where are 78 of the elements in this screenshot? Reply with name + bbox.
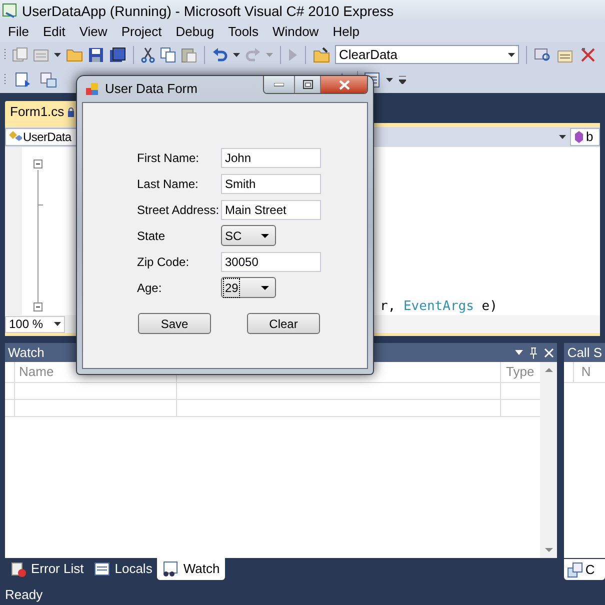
- form-icon: [85, 82, 99, 96]
- form-button[interactable]: Clear: [247, 313, 320, 334]
- focus-outline: SC: [224, 228, 243, 244]
- dialog-title: User Data Form: [105, 80, 198, 98]
- panel-tab[interactable]: C: [564, 559, 605, 580]
- caret-icon: [261, 234, 269, 238]
- maximize-icon: [302, 80, 312, 89]
- panel-title: Call S: [567, 344, 602, 362]
- step-icon[interactable]: [15, 72, 32, 88]
- column-header: Type: [505, 363, 536, 382]
- dropdown[interactable]: SC: [221, 225, 276, 246]
- window-title: UserDataApp (Running) - Microsoft Visual C# 2010 Express: [22, 2, 394, 21]
- caret-icon[interactable]: [233, 52, 240, 56]
- close-icon: [338, 80, 350, 90]
- status-text: Ready: [5, 586, 43, 604]
- close-icon[interactable]: [544, 348, 554, 358]
- find-icon[interactable]: [534, 46, 552, 62]
- field-label: First Name:: [137, 150, 200, 166]
- menu-item[interactable]: Window: [272, 22, 319, 42]
- paste-icon[interactable]: [181, 46, 197, 62]
- cut-icon[interactable]: [141, 46, 155, 62]
- panel-tab[interactable]: Watch: [157, 558, 225, 580]
- text-field[interactable]: 30050: [221, 252, 321, 272]
- close-button[interactable]: [321, 76, 367, 93]
- call-stack-icon: [567, 562, 584, 578]
- caret-icon[interactable]: [54, 52, 61, 56]
- scrollbar[interactable]: [540, 362, 558, 558]
- error-list-icon: [10, 561, 26, 577]
- maximize-button[interactable]: [295, 76, 321, 93]
- caret-icon: [54, 322, 61, 326]
- overflow-icon[interactable]: [399, 76, 406, 84]
- menu-item[interactable]: Tools: [228, 22, 258, 42]
- save-icon[interactable]: [88, 46, 104, 62]
- field-label: Last Name:: [137, 176, 200, 192]
- lock-icon: [67, 107, 76, 117]
- panel-tab[interactable]: Locals: [88, 558, 158, 580]
- method-icon: [573, 130, 585, 144]
- save-all-icon[interactable]: [109, 46, 126, 62]
- caret-icon[interactable]: [515, 350, 524, 355]
- app-icon: [2, 3, 18, 19]
- text-field[interactable]: John: [221, 148, 321, 168]
- grid-icon: [94, 561, 110, 577]
- menu-item[interactable]: Help: [332, 22, 360, 42]
- field-label: Age:: [137, 280, 163, 296]
- text-field[interactable]: Main Street: [221, 200, 321, 220]
- menu-item[interactable]: Edit: [42, 22, 66, 42]
- minimize-button[interactable]: [264, 76, 295, 93]
- caret-icon[interactable]: [386, 78, 393, 82]
- field-label: Zip Code:: [137, 254, 190, 270]
- undo-icon[interactable]: [212, 46, 228, 62]
- folder-icon[interactable]: [313, 46, 330, 62]
- zoom-dropdown[interactable]: 100 %: [5, 316, 65, 332]
- code-line: r, EventArgs e): [380, 299, 498, 315]
- caret-icon: [508, 52, 515, 56]
- minimize-icon: [274, 82, 284, 86]
- member-dropdown[interactable]: b: [570, 128, 600, 146]
- field-label: Street Address:: [137, 202, 220, 218]
- column-header: N: [580, 363, 591, 382]
- configuration-dropdown[interactable]: ClearData: [335, 45, 519, 64]
- dropdown[interactable]: 29: [221, 277, 276, 298]
- form-button[interactable]: Save: [138, 313, 211, 334]
- menu-item[interactable]: View: [79, 22, 108, 42]
- copy-icon[interactable]: [160, 46, 176, 62]
- menu-item[interactable]: Debug: [176, 22, 214, 42]
- panel-title: Watch: [8, 344, 44, 362]
- caret-icon: [261, 286, 269, 290]
- scroll-down-icon[interactable]: [544, 548, 553, 552]
- caret-icon[interactable]: [559, 135, 566, 139]
- panel-tab[interactable]: Error List: [5, 558, 89, 580]
- menu-item[interactable]: File: [8, 22, 29, 42]
- class-icon: [8, 130, 22, 144]
- menu-item[interactable]: Project: [121, 22, 162, 42]
- pin-icon[interactable]: [529, 346, 538, 358]
- scroll-up-icon[interactable]: [544, 368, 553, 372]
- field-label: State: [137, 228, 166, 244]
- step-over-icon[interactable]: [40, 72, 57, 88]
- text-field[interactable]: Smith: [221, 174, 321, 194]
- focus-outline: 29: [224, 278, 240, 296]
